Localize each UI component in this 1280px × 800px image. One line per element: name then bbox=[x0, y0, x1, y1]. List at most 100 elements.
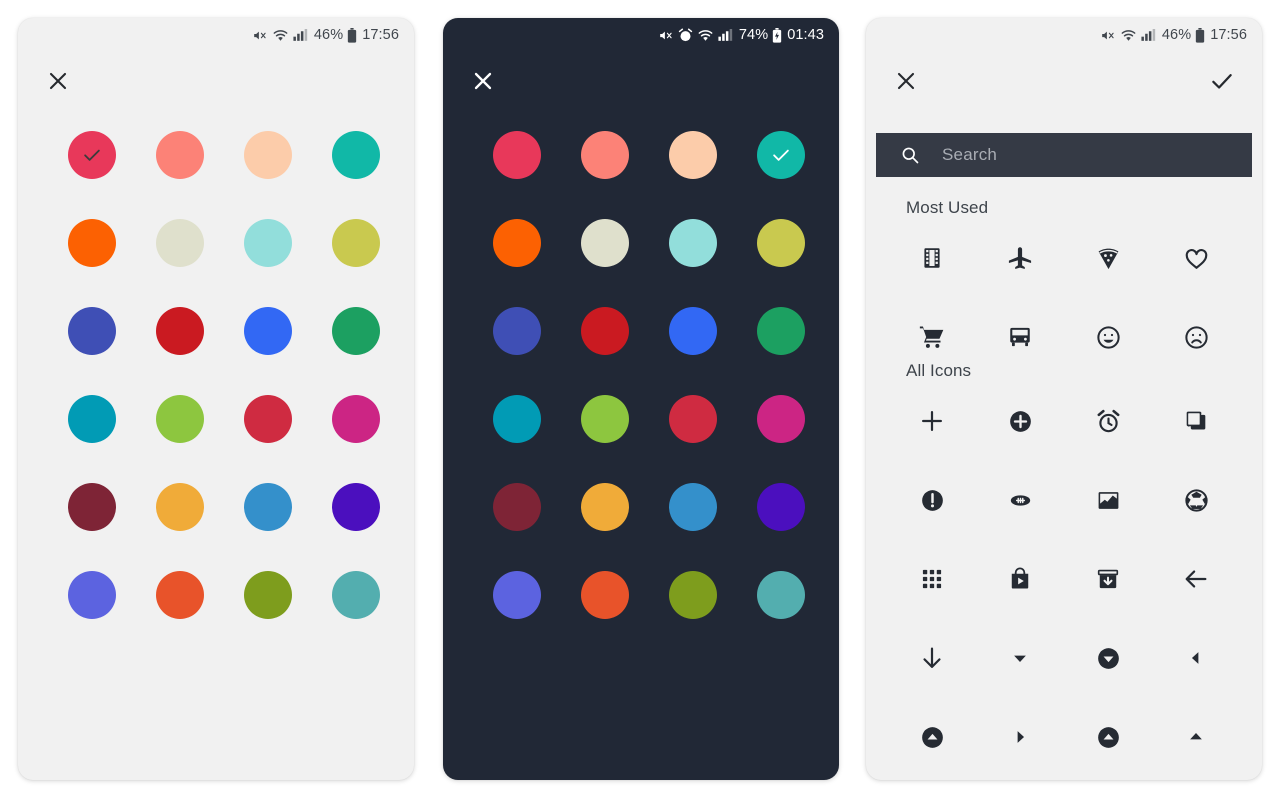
color-swatch[interactable] bbox=[332, 307, 380, 355]
app-store-bag-icon[interactable] bbox=[990, 565, 1050, 593]
color-swatch-selected[interactable] bbox=[68, 131, 116, 179]
color-swatch[interactable] bbox=[68, 395, 116, 443]
icon-section-title: All Icons bbox=[906, 361, 972, 380]
color-swatch[interactable] bbox=[669, 219, 717, 267]
search-icon bbox=[900, 145, 920, 165]
battery-percent-label: 46% bbox=[1161, 26, 1192, 43]
confirm-button[interactable] bbox=[1204, 65, 1240, 101]
color-swatch[interactable] bbox=[332, 395, 380, 443]
film-icon[interactable] bbox=[902, 244, 962, 272]
color-swatch[interactable] bbox=[669, 571, 717, 619]
color-swatch[interactable] bbox=[244, 571, 292, 619]
color-swatch-cell bbox=[737, 483, 825, 531]
close-button[interactable] bbox=[888, 65, 924, 101]
color-swatch[interactable] bbox=[581, 219, 629, 267]
color-swatch-cell bbox=[649, 395, 737, 443]
color-swatch[interactable] bbox=[493, 571, 541, 619]
color-swatch[interactable] bbox=[581, 395, 629, 443]
color-swatch[interactable] bbox=[757, 395, 805, 443]
close-button[interactable] bbox=[40, 65, 76, 101]
color-swatch[interactable] bbox=[244, 219, 292, 267]
color-swatch-cell bbox=[561, 307, 649, 355]
caret-down-icon[interactable] bbox=[990, 644, 1050, 672]
color-swatch[interactable] bbox=[757, 483, 805, 531]
icon-list[interactable]: Most Used All Icons bbox=[866, 188, 1262, 780]
color-swatch-cell bbox=[473, 307, 561, 355]
bus-icon[interactable] bbox=[990, 323, 1050, 351]
caret-up-icon[interactable] bbox=[1166, 723, 1226, 751]
arrow-down-icon[interactable] bbox=[902, 644, 962, 672]
color-swatch[interactable] bbox=[581, 307, 629, 355]
color-swatch[interactable] bbox=[332, 131, 380, 179]
caret-left-icon[interactable] bbox=[1166, 644, 1226, 672]
color-swatch[interactable] bbox=[156, 395, 204, 443]
color-swatch[interactable] bbox=[757, 219, 805, 267]
arrow-back-icon[interactable] bbox=[1166, 565, 1226, 593]
color-swatch[interactable] bbox=[669, 307, 717, 355]
color-swatch[interactable] bbox=[332, 571, 380, 619]
sad-face-icon[interactable] bbox=[1166, 323, 1226, 351]
arrow-dropup-circle-icon[interactable] bbox=[902, 723, 962, 751]
color-swatch[interactable] bbox=[493, 307, 541, 355]
airplane-icon[interactable] bbox=[990, 244, 1050, 272]
add-icon[interactable] bbox=[902, 407, 962, 435]
app-bar bbox=[866, 52, 1262, 114]
american-football-icon[interactable] bbox=[990, 486, 1050, 514]
archive-icon[interactable] bbox=[1078, 565, 1138, 593]
shopping-cart-icon[interactable] bbox=[902, 323, 962, 351]
color-swatch-cell bbox=[136, 131, 224, 179]
color-swatch[interactable] bbox=[332, 483, 380, 531]
color-swatch[interactable] bbox=[493, 395, 541, 443]
color-swatch[interactable] bbox=[156, 483, 204, 531]
color-swatch[interactable] bbox=[332, 219, 380, 267]
color-swatch[interactable] bbox=[156, 571, 204, 619]
pizza-icon[interactable] bbox=[1078, 244, 1138, 272]
color-swatch[interactable] bbox=[244, 395, 292, 443]
color-swatch-cell bbox=[48, 395, 136, 443]
color-swatch-cell bbox=[312, 571, 400, 619]
color-swatch[interactable] bbox=[581, 131, 629, 179]
color-swatch[interactable] bbox=[68, 219, 116, 267]
color-swatch[interactable] bbox=[493, 219, 541, 267]
battery-charging-icon bbox=[772, 27, 782, 43]
color-swatch[interactable] bbox=[493, 483, 541, 531]
alarm-icon[interactable] bbox=[1078, 407, 1138, 435]
color-swatch[interactable] bbox=[68, 571, 116, 619]
aperture-icon[interactable] bbox=[1166, 486, 1226, 514]
happy-face-icon[interactable] bbox=[1078, 323, 1138, 351]
albums-icon[interactable] bbox=[1166, 407, 1226, 435]
color-swatch[interactable] bbox=[581, 483, 629, 531]
color-swatch[interactable] bbox=[156, 131, 204, 179]
battery-percent-label: 46% bbox=[313, 26, 344, 43]
caret-right-icon[interactable] bbox=[990, 723, 1050, 751]
image-icon[interactable] bbox=[1078, 486, 1138, 514]
color-swatch[interactable] bbox=[581, 571, 629, 619]
color-swatch[interactable] bbox=[156, 307, 204, 355]
color-swatch[interactable] bbox=[68, 483, 116, 531]
color-swatch-cell bbox=[649, 307, 737, 355]
add-circle-icon[interactable] bbox=[990, 407, 1050, 435]
color-swatch[interactable] bbox=[244, 307, 292, 355]
color-swatch[interactable] bbox=[244, 131, 292, 179]
close-button[interactable] bbox=[465, 65, 501, 101]
arrow-dropdown-circle-2-icon[interactable] bbox=[1078, 723, 1138, 751]
color-swatch[interactable] bbox=[156, 219, 204, 267]
heart-outline-icon[interactable] bbox=[1166, 244, 1226, 272]
color-swatch[interactable] bbox=[493, 131, 541, 179]
color-swatch[interactable] bbox=[68, 307, 116, 355]
color-swatch[interactable] bbox=[244, 483, 292, 531]
color-swatch-cell bbox=[561, 483, 649, 531]
color-swatch[interactable] bbox=[669, 395, 717, 443]
color-swatch[interactable] bbox=[669, 131, 717, 179]
signal-icon bbox=[293, 28, 308, 42]
apps-grid-icon[interactable] bbox=[902, 565, 962, 593]
color-swatch[interactable] bbox=[669, 483, 717, 531]
search-bar[interactable]: Search bbox=[876, 133, 1252, 177]
color-swatch-selected[interactable] bbox=[757, 131, 805, 179]
color-swatch[interactable] bbox=[757, 571, 805, 619]
arrow-dropdown-circle-icon[interactable] bbox=[1078, 644, 1138, 672]
color-swatch-cell bbox=[48, 307, 136, 355]
alert-circle-icon[interactable] bbox=[902, 486, 962, 514]
search-input[interactable]: Search bbox=[942, 145, 997, 165]
color-swatch[interactable] bbox=[757, 307, 805, 355]
